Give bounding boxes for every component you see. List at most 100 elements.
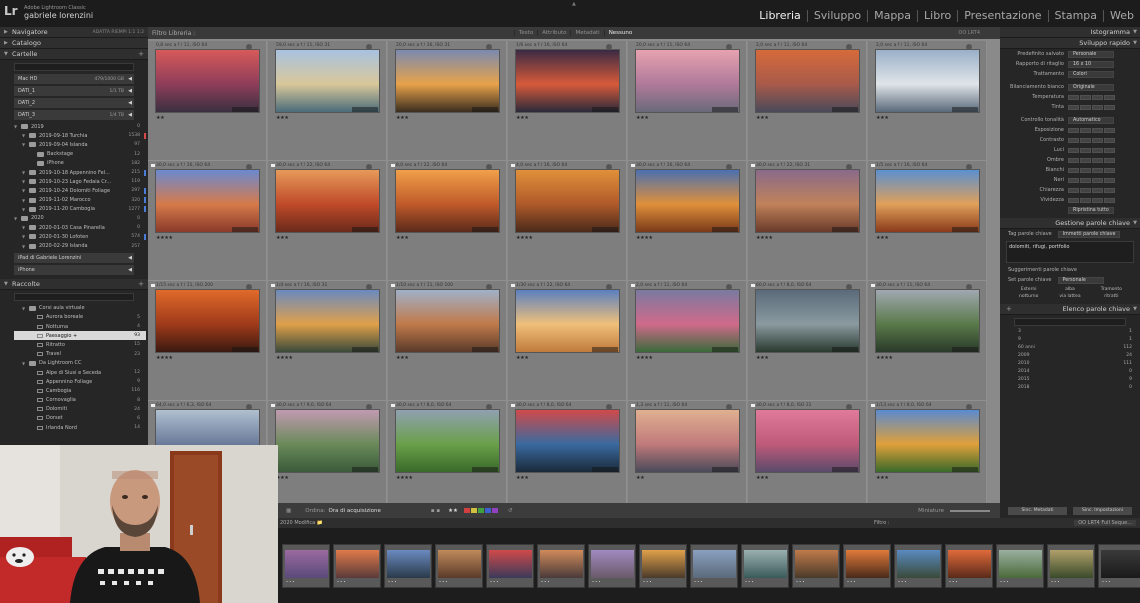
star-rating[interactable]: ★★★	[396, 235, 409, 241]
filmstrip-thumbnail[interactable]	[897, 550, 940, 578]
grid-cell[interactable]: 30,0 sec a f / 11, ISO 64 ★★★★	[868, 281, 987, 401]
keyword-list-item[interactable]: 60 anni 112	[1000, 345, 1140, 353]
adjust-step-button[interactable]	[1104, 177, 1115, 183]
device-item[interactable]: iPad di Gabriele Lorenzini ◀	[14, 252, 134, 263]
keyword-list-item[interactable]: 91	[1000, 337, 1140, 345]
adjust-buttons[interactable]	[1068, 147, 1115, 153]
filmstrip-thumbnail[interactable]	[1101, 550, 1140, 578]
adjust-step-button[interactable]	[1080, 104, 1091, 110]
photo-thumbnail[interactable]	[395, 409, 500, 473]
thumbnail-size-slider[interactable]	[950, 509, 990, 512]
collection-search-input[interactable]	[14, 292, 134, 301]
photo-thumbnail[interactable]	[635, 289, 740, 353]
flag-icon[interactable]	[871, 404, 875, 407]
grid-cell[interactable]: 2,0 sec a f / 11, ISO 64 ★★★	[748, 41, 867, 161]
filmstrip-thumbnail[interactable]	[999, 550, 1042, 578]
flag-icon[interactable]	[151, 164, 155, 167]
collections-header[interactable]: ▼ Raccolte +	[0, 278, 148, 290]
keyword-list-item[interactable]: 31	[1000, 329, 1140, 337]
collection-item[interactable]: Dorset 6	[14, 414, 146, 423]
adjust-step-button[interactable]	[1092, 177, 1103, 183]
collection-item[interactable]: Notturna 4	[14, 322, 146, 331]
adjust-step-button[interactable]	[1068, 187, 1079, 193]
adjust-step-button[interactable]	[1080, 197, 1091, 203]
grid-cell[interactable]: 30,0 sec a f / 8,0, ISO 64 ★★★	[508, 401, 627, 518]
star-rating[interactable]: ★★★	[876, 115, 889, 121]
star-rating[interactable]: ★★★	[516, 115, 529, 121]
device-item[interactable]: iPhone ◀	[14, 264, 134, 275]
flag-icon[interactable]	[271, 404, 275, 407]
keyword-list-item[interactable]: 2015 9	[1000, 377, 1140, 385]
keyword-list-header[interactable]: + Elenco parole chiave ▼	[1000, 304, 1140, 315]
adjust-step-button[interactable]	[1092, 104, 1103, 110]
photo-thumbnail[interactable]	[515, 289, 620, 353]
keyword-set-item[interactable]: ritratti	[1091, 294, 1132, 299]
histogram-header[interactable]: Istogramma ▼	[1000, 27, 1140, 38]
collection-item[interactable]: ▼ Da Lightroom CC	[14, 359, 146, 368]
photo-thumbnail[interactable]	[275, 409, 380, 473]
grid-cell[interactable]: 1/4 sec a f / 16, ISO 31 ★★★★	[268, 281, 387, 401]
adjust-step-button[interactable]	[1068, 167, 1079, 173]
photo-thumbnail[interactable]	[635, 409, 740, 473]
grid-cell[interactable]: 2,0 sec a f / 11, ISO 64 ★★★	[868, 41, 987, 161]
filmstrip-thumbnail[interactable]	[846, 550, 889, 578]
folder-item[interactable]: ▼ 2019-10-24 Dolomiti Foliage 297	[14, 186, 146, 195]
adjust-step-button[interactable]	[1068, 127, 1079, 133]
adjust-step-button[interactable]	[1104, 137, 1115, 143]
volume-item[interactable]: DATI_1 1/1 TB ◀	[14, 86, 134, 96]
grid-cell[interactable]: 59,0 sec a f / 11, ISO 31 ★★★	[268, 41, 387, 161]
module-libro[interactable]: Libro	[918, 10, 959, 22]
collection-item[interactable]: Ritratto 15	[14, 340, 146, 349]
photo-thumbnail[interactable]	[155, 169, 260, 233]
volume-item[interactable]: Mac HD 479/1000 GB ◀	[14, 74, 134, 84]
keyword-set-item[interactable]: alba	[1049, 287, 1090, 292]
filmstrip-thumbnail[interactable]	[336, 550, 379, 578]
adjust-step-button[interactable]	[1092, 197, 1103, 203]
keyword-set-item[interactable]: Esterni	[1008, 287, 1049, 292]
adjust-step-button[interactable]	[1104, 127, 1115, 133]
photo-thumbnail[interactable]	[875, 289, 980, 353]
adjust-step-button[interactable]	[1092, 157, 1103, 163]
star-rating[interactable]: ★★★★	[876, 355, 893, 361]
flag-icon[interactable]	[151, 404, 155, 407]
photo-thumbnail[interactable]	[515, 169, 620, 233]
grid-cell[interactable]: 30,0 sec a f / 8,0, ISO 31 ★★★	[748, 401, 867, 518]
star-rating[interactable]: ★★★	[756, 115, 769, 121]
star-rating[interactable]: ★★★★	[276, 355, 293, 361]
grid-view-icon[interactable]: ▦	[286, 508, 291, 514]
star-rating[interactable]: ★★★	[396, 355, 409, 361]
star-rating[interactable]: ★★	[636, 475, 645, 481]
collection-item[interactable]: Cornovaglia 8	[14, 396, 146, 405]
grid-cell[interactable]: 1/30 sec a f / 22, ISO 64 ★★★	[508, 281, 627, 401]
keyword-list-item[interactable]: 2009 24	[1000, 353, 1140, 361]
photo-thumbnail[interactable]	[155, 289, 260, 353]
disclosure-icon[interactable]: ▼	[14, 124, 21, 129]
grid-cell[interactable]: 1/5 sec a f / 16, ISO 64 ★★★	[868, 161, 987, 281]
filmstrip-filter-preset[interactable]: OO LRT4 Full Seque...	[1074, 520, 1136, 526]
keyword-set-select[interactable]: Personale	[1057, 276, 1104, 284]
star-rating[interactable]: ★★★★	[636, 355, 653, 361]
volume-expand-icon[interactable]: ◀	[128, 76, 132, 82]
star-rating[interactable]: ★★★★	[156, 355, 173, 361]
filter-tab-metadati[interactable]: Metadati	[570, 30, 603, 36]
keyword-set-item[interactable]: notturno	[1008, 294, 1049, 299]
folder-item[interactable]: ▼ 2019-09-18 Turchia 1538	[14, 131, 146, 140]
folder-item[interactable]: ▼ 2020-02-29 Islanda 257	[14, 241, 146, 250]
adjust-step-button[interactable]	[1092, 187, 1103, 193]
grid-cell[interactable]: 30,0 sec a f / 16, ISO 64 ★★★★	[148, 161, 267, 281]
adjust-step-button[interactable]	[1068, 147, 1079, 153]
module-presentazione[interactable]: Presentazione	[958, 10, 1049, 22]
reset-all-button[interactable]: Ripristina tutto	[1068, 206, 1114, 214]
grid-cell[interactable]: 1,3 sec a f / 11, ISO 64 ★★	[628, 401, 747, 518]
volume-expand-icon[interactable]: ◀	[128, 88, 132, 94]
folder-item[interactable]: Backstage 12	[14, 150, 146, 159]
adjust-step-button[interactable]	[1080, 187, 1091, 193]
disclosure-icon[interactable]: ▼	[22, 170, 29, 175]
filmstrip-frame[interactable]: • • •	[282, 544, 330, 588]
quick-develop-header[interactable]: Sviluppo rapido ▼	[1000, 38, 1140, 49]
grid-cell[interactable]: 8,0 sec a f / 22, ISO 64 ★★★	[388, 161, 507, 281]
star-rating[interactable]: ★★★	[636, 115, 649, 121]
grid-cell[interactable]: 1/13 sec a f / 8,0, ISO 64 ★★★	[868, 401, 987, 518]
filmstrip-source[interactable]: 2020 Modifica 📁	[280, 520, 323, 526]
photo-thumbnail[interactable]	[275, 169, 380, 233]
